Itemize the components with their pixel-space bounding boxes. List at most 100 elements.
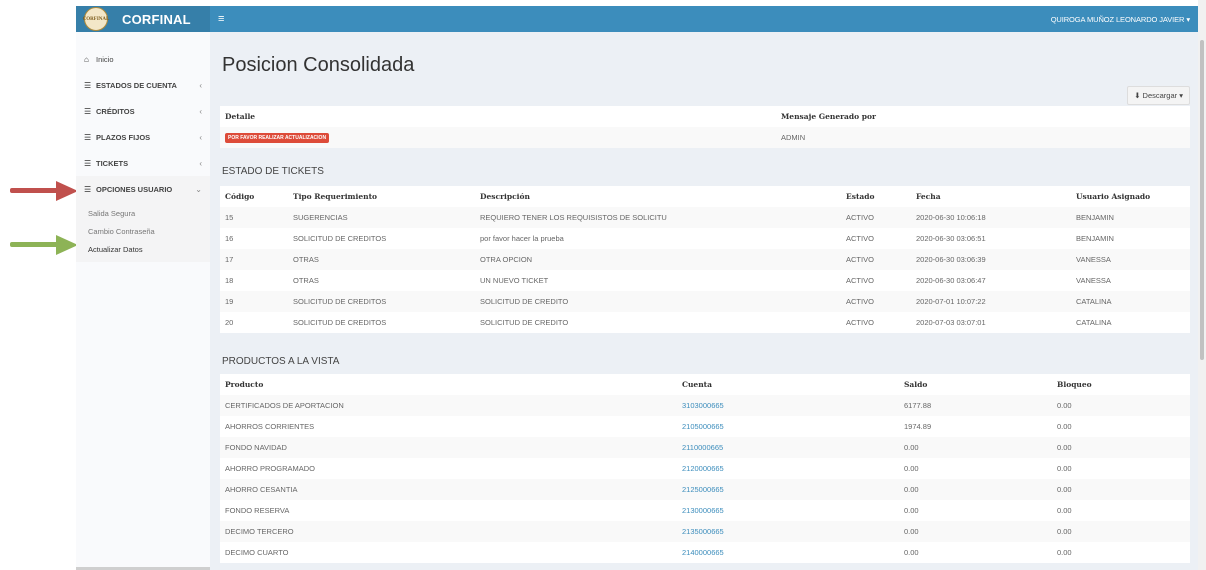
table-cell: 15	[220, 207, 288, 228]
table-cell: 2020-07-01 10:07:22	[911, 291, 1071, 312]
alert-badge: POR FAVOR REALIZAR ACTUALIZACION	[225, 133, 330, 143]
sidebar-item[interactable]: ☰ CRÉDITOS ‹	[76, 98, 210, 124]
table-cell: 0.00	[904, 548, 919, 557]
table-cell: SOLICITUD DE CREDITOS	[288, 291, 475, 312]
page-scrollbar[interactable]	[1198, 0, 1206, 570]
table-cell[interactable]: 2140000665	[677, 542, 899, 563]
sidebar-item[interactable]: ☰ TICKETS ‹	[76, 150, 210, 176]
column-header[interactable]: Estado	[841, 186, 911, 207]
column-header[interactable]: Descripción	[475, 186, 841, 207]
sidebar-item[interactable]: ☰ PLAZOS FIJOS ‹	[76, 124, 210, 150]
table-cell: 0.00	[899, 437, 1052, 458]
user-menu[interactable]: QUIROGA MUÑOZ LEONARDO JAVIER ▾	[1051, 15, 1190, 24]
table-cell: VANESSA	[1076, 276, 1111, 285]
table-cell: 16	[225, 234, 234, 243]
table-cell[interactable]: 2130000665	[677, 500, 899, 521]
table-cell: SOLICITUD DE CREDITOS	[293, 318, 387, 327]
table-row: DECIMO TERCERO 2135000665 0.00 0.00	[220, 521, 1190, 542]
products-card: Producto Cuenta Saldo Bloqueo CERTIFICADOS …	[220, 374, 1190, 563]
table-cell: CERTIFICADOS DE APORTACION	[220, 395, 677, 416]
table-cell: ACTIVO	[846, 276, 874, 285]
logo[interactable]: CORFINAL CORFINAL	[76, 6, 210, 32]
sidebar: ⌂ Inicio ☰ ESTADOS DE CUENTA ‹ ☰ CRÉDITOS ‹ ☰ PLA…	[76, 32, 211, 570]
sidebar-item[interactable]: ⌂ Inicio	[76, 46, 210, 72]
table-cell: AHORRO PROGRAMADO	[225, 464, 316, 473]
table-cell: 0.00	[1052, 395, 1190, 416]
section-title-products: PRODUCTOS A LA VISTA	[222, 356, 340, 367]
sidebar-item-label: TICKETS	[96, 158, 129, 168]
column-header: Mensaje Generado por	[781, 112, 876, 121]
table-cell: 19	[220, 291, 288, 312]
column-header[interactable]: Bloqueo	[1052, 374, 1190, 395]
logo-mark: CORFINAL	[83, 7, 109, 31]
table-cell: SOLICITUD DE CREDITO	[475, 291, 841, 312]
table-cell: por favor hacer la prueba	[480, 234, 564, 243]
list-icon: ☰	[84, 184, 92, 194]
messages-table: Detalle Mensaje Generado por POR FAVOR R…	[220, 106, 1190, 148]
table-row: AHORRO PROGRAMADO 2120000665 0.00 0.00	[220, 458, 1190, 479]
table-cell: CATALINA	[1071, 291, 1190, 312]
sidebar-item[interactable]: ☰ OPCIONES USUARIO ⌄	[76, 176, 210, 202]
table-cell: 0.00	[1052, 437, 1190, 458]
column-header[interactable]: Saldo	[899, 374, 1052, 395]
tickets-card: Código Tipo Requerimiento Descripción Estad…	[220, 186, 1190, 333]
table-row: 20 SOLICITUD DE CREDITOS SOLICITUD DE CRED…	[220, 312, 1190, 333]
table-cell: SOLICITUD DE CREDITOS	[293, 234, 387, 243]
table-cell: AHORRO CESANTIA	[220, 479, 677, 500]
sidebar-item-label: OPCIONES USUARIO	[96, 184, 173, 194]
download-button[interactable]: ⬇ Descargar ▾	[1127, 86, 1190, 105]
list-icon: ☰	[84, 106, 92, 116]
table-cell: SUGERENCIAS	[288, 207, 475, 228]
table-cell: ACTIVO	[841, 249, 911, 270]
table-cell: 2020-06-30 03:06:47	[916, 276, 986, 285]
menu-toggle-icon[interactable]: ≡	[218, 13, 224, 25]
table-cell: FONDO NAVIDAD	[220, 437, 677, 458]
table-cell[interactable]: 2120000665	[677, 458, 899, 479]
table-cell: 18	[225, 276, 234, 285]
column-header[interactable]: Producto	[220, 374, 677, 395]
table-row: FONDO NAVIDAD 2110000665 0.00 0.00	[220, 437, 1190, 458]
table-cell: 0.00	[904, 464, 919, 473]
table-cell[interactable]: 3103000665	[677, 395, 899, 416]
table-cell[interactable]: 2135000665	[677, 521, 899, 542]
download-label: Descargar ▾	[1142, 91, 1183, 100]
table-cell: 0.00	[1052, 479, 1190, 500]
table-cell: 17	[220, 249, 288, 270]
brand-name: CORFINAL	[122, 11, 191, 27]
tickets-table: Código Tipo Requerimiento Descripción Estad…	[220, 186, 1190, 333]
table-cell: ACTIVO	[841, 207, 911, 228]
submenu-item[interactable]: Salida Segura	[76, 204, 210, 222]
submenu-item[interactable]: Cambio Contraseña	[76, 222, 210, 240]
table-row: 17 OTRAS OTRA OPCION ACTIVO 2020-06-30 03:06…	[220, 249, 1190, 270]
home-icon: ⌂	[84, 54, 89, 64]
chevron-icon: ⌄	[195, 184, 202, 194]
chevron-icon: ‹	[199, 132, 202, 142]
table-cell[interactable]: 2125000665	[677, 479, 899, 500]
chevron-icon: ‹	[199, 106, 202, 116]
table-row: DECIMO CUARTO 2140000665 0.00 0.00	[220, 542, 1190, 563]
sidebar-item[interactable]: ☰ ESTADOS DE CUENTA ‹	[76, 72, 210, 98]
table-cell[interactable]: 2110000665	[677, 437, 899, 458]
column-header[interactable]: Código	[220, 186, 288, 207]
top-header: CORFINAL CORFINAL ≡ QUIROGA MUÑOZ LEONAR…	[76, 6, 1198, 32]
submenu-opciones-usuario: Salida Segura Cambio Contraseña Actualizar…	[76, 202, 210, 262]
table-row: FONDO RESERVA 2130000665 0.00 0.00	[220, 500, 1190, 521]
table-cell[interactable]: 2105000665	[677, 416, 899, 437]
table-row: POR FAVOR REALIZAR ACTUALIZACION ADMIN	[220, 127, 1190, 148]
page-title: Posicion Consolidada	[222, 54, 415, 76]
column-header[interactable]: Cuenta	[677, 374, 899, 395]
submenu-item[interactable]: Actualizar Datos	[76, 240, 210, 258]
download-icon: ⬇	[1134, 91, 1141, 100]
table-cell: FONDO RESERVA	[225, 506, 290, 515]
column-header[interactable]: Tipo Requerimiento	[288, 186, 475, 207]
chevron-icon: ‹	[199, 158, 202, 168]
table-cell: ACTIVO	[846, 234, 874, 243]
products-table: Producto Cuenta Saldo Bloqueo CERTIFICADOS …	[220, 374, 1190, 563]
table-cell: AHORROS CORRIENTES	[225, 422, 315, 431]
table-row: AHORRO CESANTIA 2125000665 0.00 0.00	[220, 479, 1190, 500]
table-cell: BENJAMIN	[1076, 234, 1114, 243]
table-cell: 0.00	[1057, 506, 1072, 515]
column-header[interactable]: Fecha	[911, 186, 1071, 207]
table-cell: OTRAS	[288, 249, 475, 270]
column-header[interactable]: Usuario Asignado	[1071, 186, 1190, 207]
